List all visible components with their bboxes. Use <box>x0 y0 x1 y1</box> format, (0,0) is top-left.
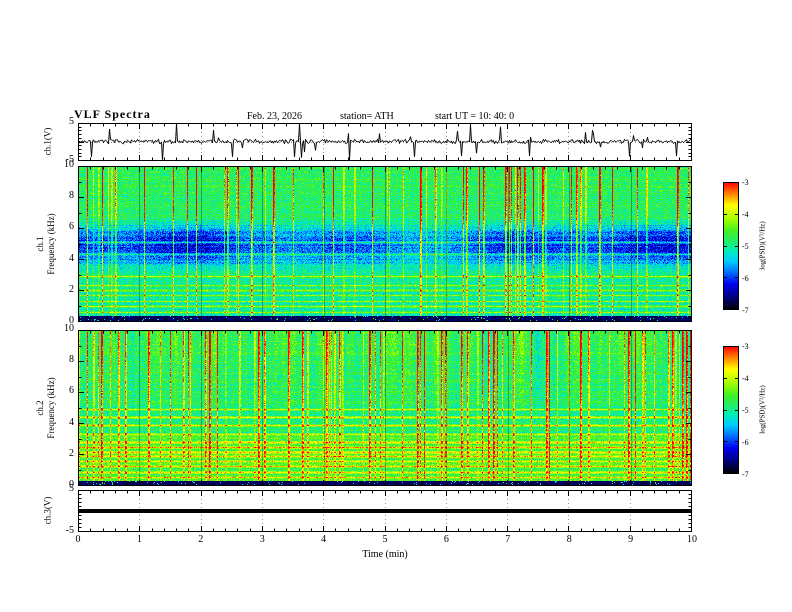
x-tick-label: 6 <box>443 534 449 545</box>
plot-title: VLF Spectra <box>74 107 151 121</box>
y-tick-label: 8 <box>69 190 74 202</box>
x-tick-label: 5 <box>382 534 388 545</box>
ylabel-line: ch.2 <box>35 400 45 416</box>
y-tick-label: -5 <box>65 525 74 536</box>
colorbar-tick-label: -4 <box>742 374 749 383</box>
y-tick-label: 4 <box>69 252 74 264</box>
vlf-plot-window: VLF Spectra Feb. 23, 2026 station= ATH s… <box>0 0 792 612</box>
y-tick-label: 2 <box>69 283 74 295</box>
colorbar-tick-label: -3 <box>742 178 749 187</box>
y-tick-label: 4 <box>69 416 74 428</box>
x-tick-label: 3 <box>259 534 265 545</box>
y-tick-label: 0 <box>69 479 74 490</box>
x-tick-label: 1 <box>136 534 142 545</box>
colorbar-tick-label: -6 <box>742 274 749 283</box>
x-tick-label: 7 <box>505 534 511 545</box>
ylabel-line: Frequency (kHz) <box>46 377 56 439</box>
start-ut-label: start UT = 10: 40: 0 <box>435 111 515 122</box>
colorbar2-label: log(PSD)(V²/Hz) <box>758 385 767 434</box>
colorbar-tick-label: -6 <box>742 438 749 447</box>
x-tick-label: 2 <box>198 534 204 545</box>
y-tick-label: 5 <box>69 116 74 127</box>
colorbar-ch2 <box>723 346 739 474</box>
colorbar-ch1 <box>723 182 739 310</box>
ch1-waveform-plot <box>78 123 692 161</box>
ch1-spectrogram-ylabel: ch.1 Frequency (kHz) <box>35 169 57 319</box>
ylabel-line: Frequency (kHz) <box>46 213 56 275</box>
x-axis-label: Time (min) <box>362 549 408 560</box>
colorbar-tick-label: -5 <box>742 242 749 251</box>
y-tick-label: 10 <box>64 159 74 170</box>
ch1-spectrogram <box>78 166 692 322</box>
colorbar-tick-label: -3 <box>742 342 749 351</box>
x-tick-label: 8 <box>566 534 572 545</box>
colorbar-tick-label: -7 <box>742 306 749 315</box>
x-tick-label: 9 <box>628 534 634 545</box>
ch3-voltage-ylabel: ch.3(V) <box>42 496 53 525</box>
x-tick-label: 0 <box>75 534 81 545</box>
ch2-spectrogram-ylabel: ch.2 Frequency (kHz) <box>35 333 57 483</box>
colorbar-tick-label: -7 <box>742 470 749 479</box>
y-tick-label: 8 <box>69 354 74 366</box>
x-tick-label: 10 <box>687 534 697 545</box>
y-tick-label: 6 <box>69 221 74 233</box>
station-label: station= ATH <box>340 111 394 122</box>
y-tick-label: 2 <box>69 447 74 459</box>
ylabel-line: ch.1 <box>35 236 45 252</box>
ch3-waveform-plot <box>78 490 692 532</box>
x-tick-label: 4 <box>321 534 327 545</box>
colorbar1-label: log(PSD)(V²/Hz) <box>758 221 767 270</box>
y-tick-label: 6 <box>69 385 74 397</box>
colorbar-tick-label: -4 <box>742 210 749 219</box>
colorbar-tick-label: -5 <box>742 406 749 415</box>
plot-date: Feb. 23, 2026 <box>247 111 302 122</box>
y-tick-label: 10 <box>64 323 74 334</box>
ch2-spectrogram <box>78 330 692 486</box>
